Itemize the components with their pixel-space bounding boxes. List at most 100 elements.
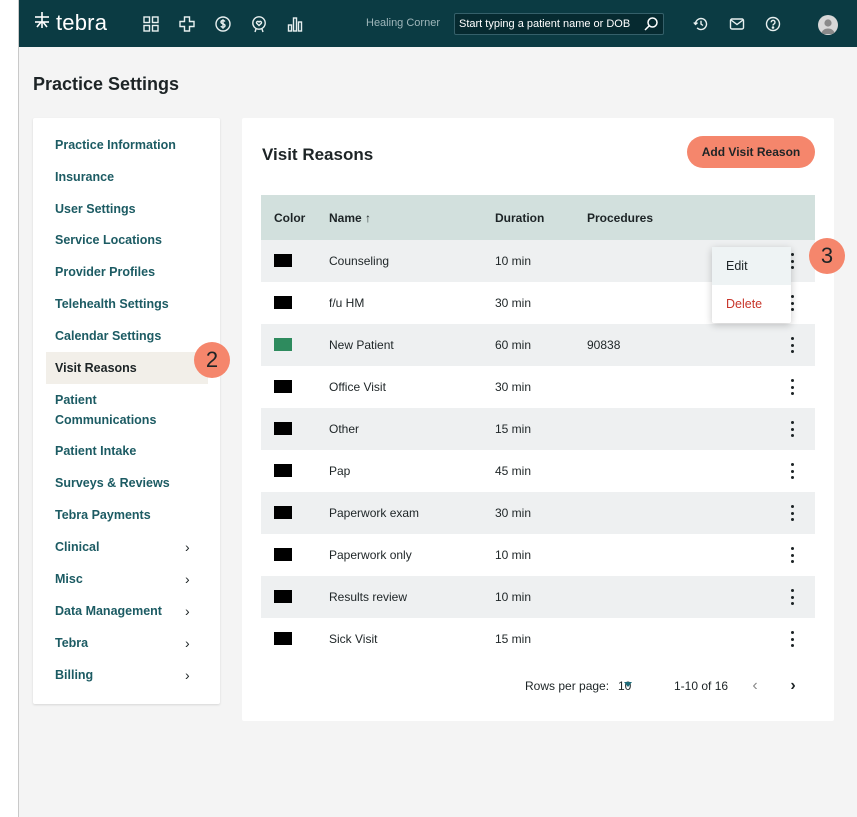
sidebar-item-billing[interactable]: Billing ›: [33, 665, 220, 685]
row-duration: 10 min: [495, 254, 532, 268]
table-row[interactable]: New Patient 60 min 90838: [261, 324, 815, 366]
more-options-icon[interactable]: [786, 419, 798, 439]
heart-badge-icon[interactable]: [249, 14, 269, 34]
more-options-icon[interactable]: [786, 335, 798, 355]
sidebar-item-clinical[interactable]: Clinical ›: [33, 537, 220, 557]
table-row[interactable]: Other 15 min: [261, 408, 815, 450]
row-name: Results review: [329, 590, 408, 604]
row-name: Office Visit: [329, 380, 386, 394]
caret-down-icon: [624, 682, 632, 687]
sidebar-item-calendar-settings[interactable]: Calendar Settings: [33, 326, 220, 346]
history-icon[interactable]: [691, 14, 711, 34]
table-row[interactable]: Office Visit 30 min: [261, 366, 815, 408]
patient-search[interactable]: [454, 13, 664, 35]
sidebar-item-label: Practice Information: [55, 138, 176, 152]
column-header-procedures: Procedures: [587, 211, 654, 225]
sidebar-item-patient-intake[interactable]: Patient Intake: [33, 441, 220, 461]
sidebar-item-label: Tebra: [55, 636, 89, 650]
sidebar-item-label: Data Management: [55, 604, 162, 618]
grid-icon[interactable]: [141, 14, 161, 34]
next-page-icon[interactable]: ›: [783, 676, 803, 696]
row-name: Paperwork only: [329, 548, 412, 562]
section-title: Visit Reasons: [262, 145, 374, 164]
more-options-icon[interactable]: [786, 629, 798, 649]
app-frame: tebra Healing Corner Start typing a pati…: [18, 0, 857, 817]
sidebar-item-provider-profiles[interactable]: Provider Profiles: [33, 262, 220, 282]
more-options-icon[interactable]: [786, 587, 798, 607]
more-options-icon[interactable]: [786, 377, 798, 397]
color-swatch: [274, 254, 292, 267]
logo-text: tebra: [56, 10, 108, 35]
page-title: Practice Settings: [33, 74, 180, 94]
medical-cross-icon[interactable]: [177, 14, 197, 34]
table-row[interactable]: Paperwork exam 30 min: [261, 492, 815, 534]
sidebar-item-practice-information[interactable]: Practice Information: [33, 135, 220, 155]
chevron-right-icon: ›: [185, 635, 190, 651]
tebra-logo[interactable]: tebra: [32, 11, 107, 35]
visit-reasons-card: Visit Reasons Add Visit Reason Color Nam…: [242, 118, 834, 721]
column-header-name[interactable]: Name ↑: [329, 211, 371, 225]
dollar-icon[interactable]: [213, 14, 233, 34]
color-swatch: [274, 296, 292, 309]
table-row[interactable]: Paperwork only 10 min: [261, 534, 815, 576]
rows-per-page-select[interactable]: 10: [618, 679, 632, 693]
sidebar-item-misc[interactable]: Misc ›: [33, 569, 220, 589]
step-badge: 2: [194, 342, 230, 378]
sidebar-item-data-management[interactable]: Data Management ›: [33, 601, 220, 621]
sidebar-item-label: Visit Reasons: [55, 361, 137, 375]
previous-page-icon[interactable]: ‹: [745, 676, 765, 696]
chevron-right-icon: ›: [185, 667, 190, 683]
row-duration: 60 min: [495, 338, 532, 352]
table-row[interactable]: Results review 10 min: [261, 576, 815, 618]
sidebar-item-label: User Settings: [55, 202, 136, 216]
settings-sidebar: Practice Information Insurance User Sett…: [33, 118, 220, 704]
row-name: Paperwork exam: [329, 506, 420, 520]
color-swatch: [274, 590, 292, 603]
more-options-icon[interactable]: [786, 503, 798, 523]
bar-chart-icon[interactable]: [285, 14, 305, 34]
user-avatar-icon[interactable]: [818, 15, 838, 35]
patient-search-input[interactable]: [459, 18, 641, 30]
sidebar-item-visit-reasons[interactable]: Visit Reasons: [46, 352, 208, 384]
row-name: New Patient: [329, 338, 394, 352]
help-icon[interactable]: [763, 14, 783, 34]
chevron-right-icon: ›: [185, 603, 190, 619]
row-name: Sick Visit: [329, 632, 378, 646]
color-swatch: [274, 380, 292, 393]
sidebar-item-service-locations[interactable]: Service Locations: [33, 230, 220, 250]
page-range: 1-10 of 16: [674, 679, 729, 693]
sidebar-item-telehealth-settings[interactable]: Telehealth Settings: [33, 294, 220, 314]
sidebar-item-tebra-payments[interactable]: Tebra Payments: [33, 505, 220, 525]
step-badge: 3: [809, 238, 845, 274]
row-duration: 10 min: [495, 590, 532, 604]
sidebar-item-label: Tebra Payments: [55, 508, 151, 522]
sidebar-item-label: Telehealth Settings: [55, 297, 169, 311]
color-swatch: [274, 338, 292, 351]
sidebar-item-user-settings[interactable]: User Settings: [33, 199, 220, 219]
table-row[interactable]: Sick Visit 15 min: [261, 618, 815, 660]
edit-menu-item[interactable]: Edit: [712, 247, 791, 285]
mail-icon[interactable]: [727, 14, 747, 34]
sidebar-item-label: Calendar Settings: [55, 329, 162, 343]
add-visit-reason-button[interactable]: Add Visit Reason: [687, 136, 815, 168]
practice-name[interactable]: Healing Corner: [366, 17, 440, 29]
chevron-right-icon: ›: [185, 571, 190, 587]
more-options-icon[interactable]: [786, 545, 798, 565]
sidebar-item-surveys-reviews[interactable]: Surveys & Reviews: [33, 473, 220, 493]
more-options-icon[interactable]: [786, 461, 798, 481]
sidebar-item-label: Service Locations: [55, 233, 162, 247]
sidebar-item-insurance[interactable]: Insurance: [33, 167, 220, 187]
table-header: Color Name ↑ Duration Procedures: [261, 195, 815, 240]
top-navigation-bar: tebra Healing Corner: [19, 0, 857, 47]
sidebar-item-tebra[interactable]: Tebra ›: [33, 633, 220, 653]
table-row[interactable]: Pap 45 min: [261, 450, 815, 492]
sidebar-item-label: Clinical: [55, 540, 100, 554]
color-swatch: [274, 506, 292, 519]
delete-menu-item[interactable]: Delete: [712, 285, 791, 323]
color-swatch: [274, 632, 292, 645]
row-duration: 15 min: [495, 632, 532, 646]
sidebar-item-patient-communications[interactable]: Patient Communications: [33, 390, 183, 430]
column-header-color: Color: [274, 211, 306, 225]
sidebar-item-label: Surveys & Reviews: [55, 476, 170, 490]
search-icon[interactable]: [643, 16, 659, 32]
